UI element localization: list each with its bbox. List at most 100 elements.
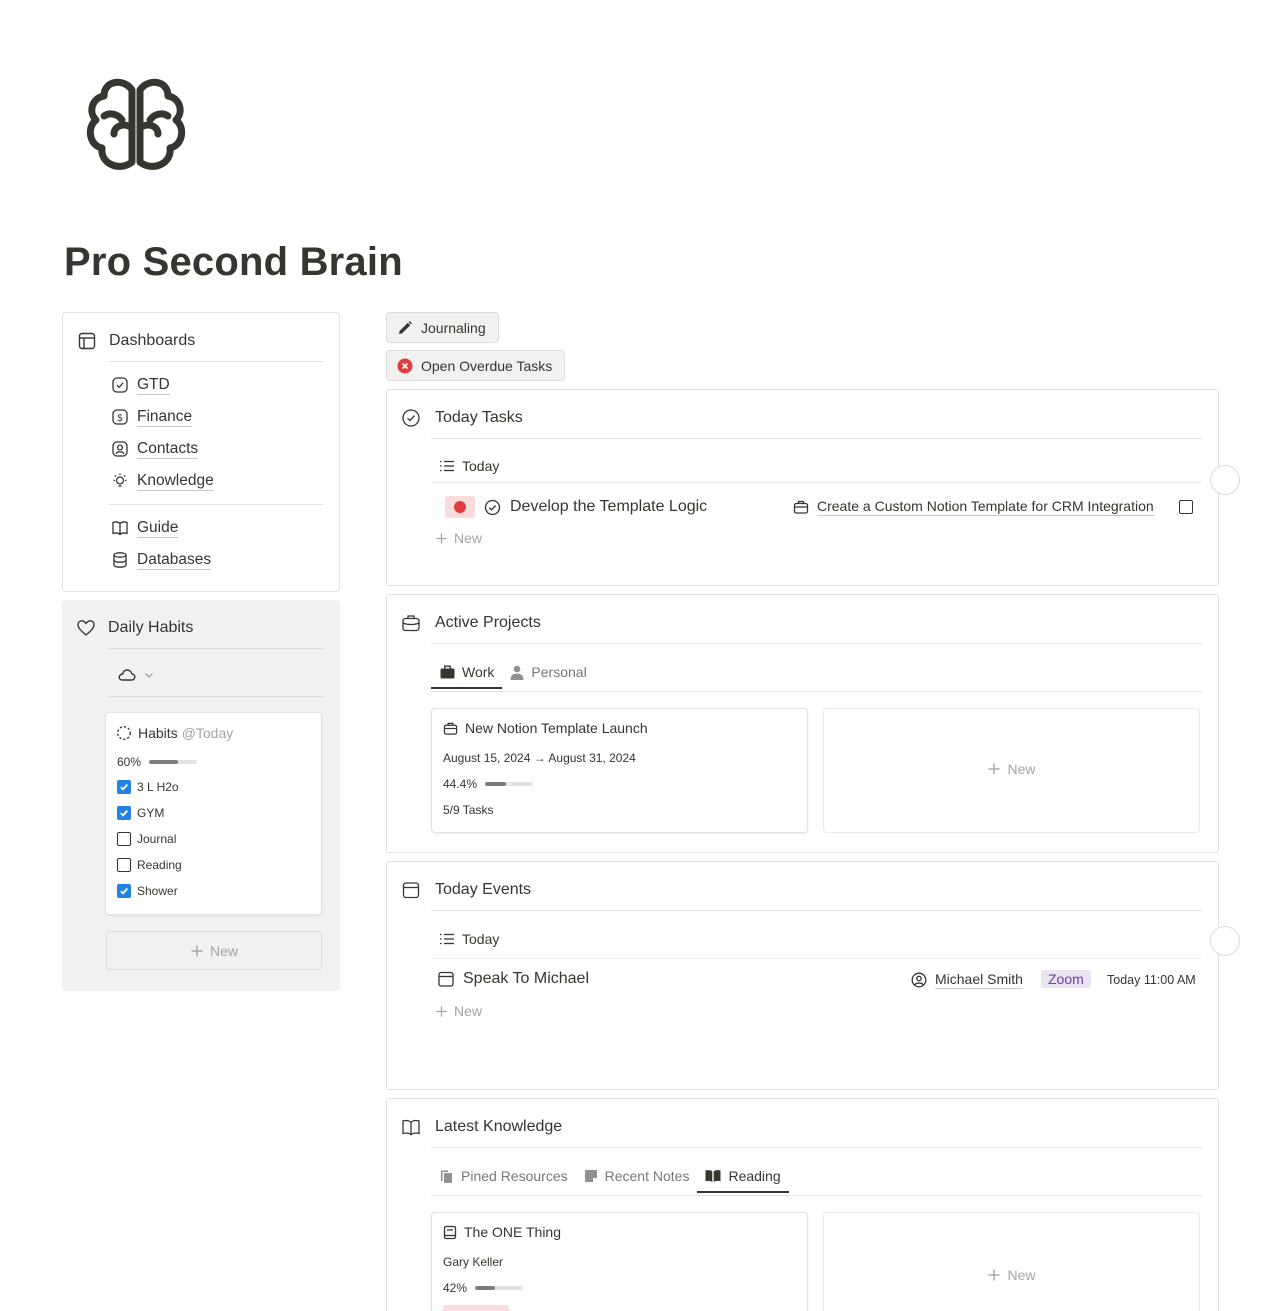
habit-checkbox[interactable]: [117, 780, 131, 794]
divider: [109, 504, 323, 505]
view-tab-today[interactable]: Today: [439, 931, 499, 947]
habit-checkbox[interactable]: [117, 832, 131, 846]
habit-item[interactable]: 3 L H2o: [117, 780, 179, 794]
tab-label: Pined Resources: [461, 1168, 568, 1184]
event-tag: Zoom: [1041, 970, 1091, 988]
habit-item[interactable]: GYM: [117, 806, 164, 820]
plus-icon: [190, 944, 204, 958]
latest-knowledge-panel: Latest Knowledge Pined Resources Recent …: [386, 1098, 1219, 1311]
book-icon: [443, 1225, 457, 1240]
today-tasks-panel: Today Tasks Today Develop the Template L…: [386, 389, 1240, 586]
new-label: New: [1007, 1267, 1036, 1283]
scroll-handle[interactable]: [1210, 926, 1240, 956]
plus-icon: [987, 1268, 1001, 1282]
project-tabs: Work Personal: [431, 657, 595, 689]
brain-icon[interactable]: [84, 76, 188, 180]
progress-fill: [475, 1286, 496, 1290]
project-card[interactable]: New Notion Template Launch August 15, 20…: [431, 708, 808, 833]
plus-icon: [435, 1005, 448, 1018]
tab-personal[interactable]: Personal: [502, 657, 594, 687]
new-project-card[interactable]: New: [823, 708, 1200, 833]
cloud-icon: [118, 668, 136, 682]
event-person[interactable]: Michael Smith: [911, 971, 1023, 989]
progress-bar: [149, 760, 198, 764]
tab-pined-resources[interactable]: Pined Resources: [431, 1161, 576, 1191]
divider: [431, 643, 1202, 644]
divider: [431, 482, 1202, 483]
tab-label: Reading: [728, 1168, 781, 1184]
latest-knowledge-header: Latest Knowledge: [401, 1117, 562, 1137]
habit-checkbox[interactable]: [117, 884, 131, 898]
habits-card[interactable]: Habits @Today 60% 3 L H2o GYM Journal Readi…: [105, 712, 322, 915]
tab-work[interactable]: Work: [431, 657, 503, 689]
book-title: The ONE Thing: [464, 1224, 562, 1240]
plus-icon: [987, 762, 1001, 776]
progress-fill: [485, 782, 507, 786]
new-project-button[interactable]: New: [824, 761, 1199, 777]
check-circle-icon: [111, 376, 129, 394]
book-card[interactable]: The ONE Thing Gary Keller 42%: [431, 1212, 808, 1311]
new-task-button[interactable]: New: [435, 530, 482, 546]
divider: [431, 438, 1202, 439]
habit-checkbox[interactable]: [117, 806, 131, 820]
nav-item-guide[interactable]: Guide: [111, 518, 179, 538]
task-project-link[interactable]: Create a Custom Notion Template for CRM …: [793, 498, 1154, 516]
new-label: New: [1007, 761, 1036, 777]
habit-label: Journal: [137, 832, 177, 846]
project-tasks: 5/9 Tasks: [443, 803, 494, 817]
habit-item[interactable]: Shower: [117, 884, 178, 898]
progress-bar: [485, 782, 534, 786]
contact-icon: [111, 440, 129, 458]
habits-title-row: Habits @Today: [116, 725, 233, 741]
briefcase-icon: [443, 721, 458, 736]
habits-progress: 60%: [117, 755, 198, 769]
nav-item-gtd[interactable]: GTD: [111, 375, 170, 395]
scroll-handle[interactable]: [1210, 465, 1240, 495]
priority-badge: [445, 496, 475, 518]
open-book-icon: [705, 1169, 721, 1183]
view-tab-today[interactable]: Today: [439, 458, 499, 474]
open-overdue-tasks-button[interactable]: Open Overdue Tasks: [386, 350, 566, 381]
event-person-name: Michael Smith: [935, 971, 1023, 989]
heart-icon: [76, 618, 96, 638]
new-book-button[interactable]: New: [824, 1267, 1199, 1283]
nav-item-label: Knowledge: [137, 472, 214, 491]
task-done-checkbox[interactable]: [1179, 500, 1193, 514]
person-icon: [510, 665, 524, 680]
nav-item-databases[interactable]: Databases: [111, 550, 212, 570]
task-row[interactable]: Develop the Template Logic: [445, 496, 707, 518]
chevron-down-icon: [144, 671, 154, 679]
book-icon: [111, 519, 129, 537]
contact-icon: [911, 972, 927, 988]
new-event-button[interactable]: New: [435, 1003, 482, 1019]
habit-item[interactable]: Reading: [117, 858, 182, 872]
page-title: Pro Second Brain: [64, 240, 403, 284]
habit-checkbox[interactable]: [117, 858, 131, 872]
active-projects-panel: Active Projects Work Personal New Notion…: [386, 594, 1219, 853]
new-label: New: [454, 530, 483, 546]
habit-label: Shower: [137, 884, 178, 898]
divider: [431, 691, 1202, 692]
view-label: Today: [462, 458, 500, 474]
new-book-card[interactable]: New: [823, 1212, 1200, 1311]
event-time: Today 11:00 AM: [1107, 973, 1196, 987]
tab-label: Work: [462, 664, 495, 680]
journaling-button[interactable]: Journaling: [386, 312, 499, 343]
calendar-icon: [437, 970, 455, 988]
habit-item[interactable]: Journal: [117, 832, 176, 846]
divider: [431, 1147, 1202, 1148]
book-progress: 42%: [443, 1281, 524, 1295]
nav-item-finance[interactable]: $ Finance: [111, 407, 193, 427]
latest-knowledge-title: Latest Knowledge: [435, 1118, 563, 1135]
layout-icon: [77, 331, 97, 351]
divider: [108, 648, 324, 649]
task-title: Develop the Template Logic: [510, 498, 708, 515]
nav-item-knowledge[interactable]: Knowledge: [111, 471, 214, 491]
tab-reading[interactable]: Reading: [697, 1161, 789, 1193]
event-row[interactable]: Speak To Michael: [437, 970, 589, 988]
weather-dropdown[interactable]: [118, 668, 154, 682]
tab-recent-notes[interactable]: Recent Notes: [576, 1161, 698, 1191]
new-habit-button[interactable]: New: [106, 931, 322, 970]
briefcase-icon: [793, 499, 809, 515]
nav-item-contacts[interactable]: Contacts: [111, 439, 199, 459]
